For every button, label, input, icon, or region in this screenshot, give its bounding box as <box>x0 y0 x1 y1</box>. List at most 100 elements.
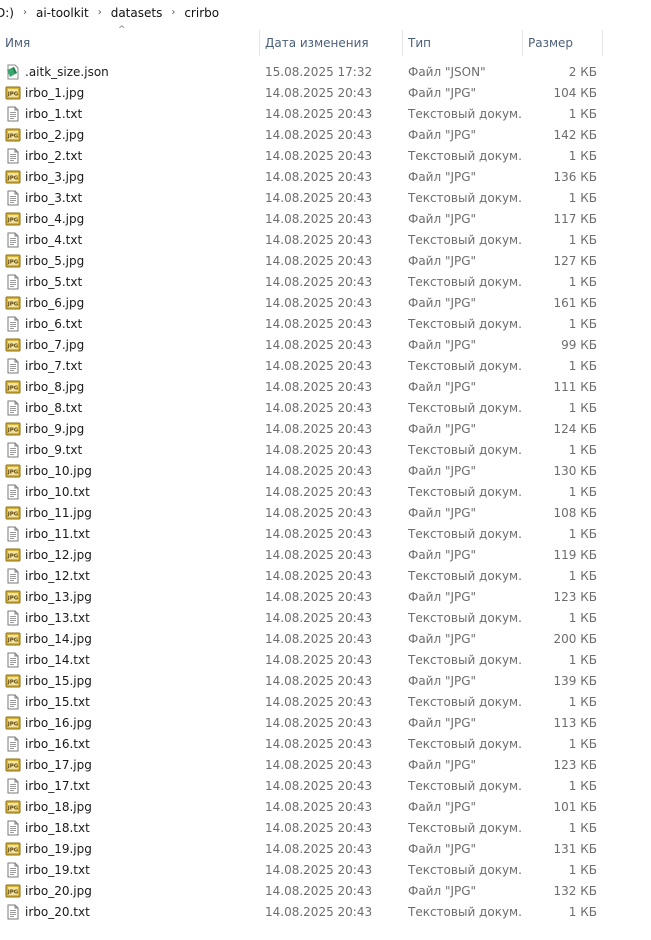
file-row[interactable]: irbo_5.txt 14.08.2025 20:43 Текстовый доку… <box>0 271 651 292</box>
file-row[interactable]: JPG irbo_10.jpg 14.08.2025 20:43 Файл "JPG"… <box>0 460 651 481</box>
file-size: 1 КБ <box>568 862 597 877</box>
file-row[interactable]: JPG irbo_18.jpg 14.08.2025 20:43 Файл "JPG"… <box>0 796 651 817</box>
file-row[interactable]: irbo_14.txt 14.08.2025 20:43 Текстовый док… <box>0 649 651 670</box>
file-row[interactable]: irbo_19.txt 14.08.2025 20:43 Текстовый док… <box>0 859 651 880</box>
file-size: 104 КБ <box>553 85 597 100</box>
svg-text:JPG: JPG <box>7 889 19 895</box>
file-name: irbo_3.jpg <box>25 169 85 184</box>
file-name: irbo_10.txt <box>25 484 90 499</box>
file-row[interactable]: .aitk_size.json 15.08.2025 17:32 Файл "JSO… <box>0 61 651 82</box>
file-name: irbo_2.txt <box>25 148 83 163</box>
file-name: irbo_8.txt <box>25 400 83 415</box>
text-file-icon <box>5 652 21 668</box>
file-name-cell: irbo_5.txt <box>0 274 260 290</box>
file-name-cell: irbo_20.txt <box>0 904 260 920</box>
file-row[interactable]: irbo_12.txt 14.08.2025 20:43 Текстовый док… <box>0 565 651 586</box>
file-row[interactable]: irbo_20.txt 14.08.2025 20:43 Текстовый док… <box>0 901 651 922</box>
jpg-file-icon: JPG <box>5 463 21 479</box>
file-size: 1 КБ <box>568 904 597 919</box>
file-name-cell: JPG irbo_5.jpg <box>0 253 260 269</box>
file-row[interactable]: JPG irbo_4.jpg 14.08.2025 20:43 Файл "JPG" 1… <box>0 208 651 229</box>
file-row[interactable]: irbo_15.txt 14.08.2025 20:43 Текстовый док… <box>0 691 651 712</box>
svg-text:JPG: JPG <box>7 217 19 223</box>
file-row[interactable]: irbo_10.txt 14.08.2025 20:43 Текстовый док… <box>0 481 651 502</box>
file-name: irbo_10.jpg <box>25 463 92 478</box>
file-date: 14.08.2025 20:43 <box>265 190 373 205</box>
file-name: irbo_11.txt <box>25 526 90 541</box>
file-date: 14.08.2025 20:43 <box>265 379 373 394</box>
breadcrumb-chevron-icon[interactable]: › <box>168 2 178 24</box>
file-row[interactable]: irbo_17.txt 14.08.2025 20:43 Текстовый док… <box>0 775 651 796</box>
column-header-size[interactable]: Размер <box>523 30 603 56</box>
file-row[interactable]: JPG irbo_13.jpg 14.08.2025 20:43 Файл "JPG"… <box>0 586 651 607</box>
file-row[interactable]: JPG irbo_3.jpg 14.08.2025 20:43 Файл "JPG" 1… <box>0 166 651 187</box>
file-row[interactable]: irbo_18.txt 14.08.2025 20:43 Текстовый док… <box>0 817 651 838</box>
file-row[interactable]: irbo_2.txt 14.08.2025 20:43 Текстовый доку… <box>0 145 651 166</box>
file-size: 1 КБ <box>568 526 597 541</box>
file-date: 14.08.2025 20:43 <box>265 106 373 121</box>
column-header-type-label: Тип <box>408 36 431 50</box>
file-name: irbo_13.jpg <box>25 589 92 604</box>
file-row[interactable]: JPG irbo_1.jpg 14.08.2025 20:43 Файл "JPG" 1… <box>0 82 651 103</box>
text-file-icon <box>5 526 21 542</box>
breadcrumb-item-crirbo[interactable]: crirbo <box>178 2 225 24</box>
file-size: 1 КБ <box>568 694 597 709</box>
column-header-date[interactable]: Дата изменения <box>260 30 403 56</box>
file-size: 1 КБ <box>568 820 597 835</box>
file-row[interactable]: irbo_1.txt 14.08.2025 20:43 Текстовый доку… <box>0 103 651 124</box>
file-row[interactable]: irbo_7.txt 14.08.2025 20:43 Текстовый доку… <box>0 355 651 376</box>
file-name-cell: irbo_19.txt <box>0 862 260 878</box>
column-header-name[interactable]: Имя ^ <box>0 25 260 56</box>
file-row[interactable]: JPG irbo_8.jpg 14.08.2025 20:43 Файл "JPG" 1… <box>0 376 651 397</box>
text-file-icon <box>5 610 21 626</box>
file-row[interactable]: irbo_13.txt 14.08.2025 20:43 Текстовый док… <box>0 607 651 628</box>
file-date: 14.08.2025 20:43 <box>265 505 373 520</box>
file-row[interactable]: JPG irbo_15.jpg 14.08.2025 20:43 Файл "JPG"… <box>0 670 651 691</box>
file-row[interactable]: JPG irbo_20.jpg 14.08.2025 20:43 Файл "JPG"… <box>0 880 651 901</box>
breadcrumb-item-drive[interactable]: D:) <box>0 2 20 24</box>
file-row[interactable]: JPG irbo_19.jpg 14.08.2025 20:43 Файл "JPG"… <box>0 838 651 859</box>
file-row[interactable]: irbo_6.txt 14.08.2025 20:43 Текстовый доку… <box>0 313 651 334</box>
file-date: 14.08.2025 20:43 <box>265 715 373 730</box>
breadcrumb-chevron-icon[interactable]: › <box>20 2 30 24</box>
file-row[interactable]: JPG irbo_5.jpg 14.08.2025 20:43 Файл "JPG" 1… <box>0 250 651 271</box>
breadcrumb-chevron-icon[interactable]: › <box>95 2 105 24</box>
file-name-cell: JPG irbo_12.jpg <box>0 547 260 563</box>
jpg-file-icon: JPG <box>5 127 21 143</box>
file-size: 123 КБ <box>553 589 597 604</box>
file-date: 14.08.2025 20:43 <box>265 736 373 751</box>
file-row[interactable]: irbo_8.txt 14.08.2025 20:43 Текстовый доку… <box>0 397 651 418</box>
file-size: 127 КБ <box>553 253 597 268</box>
file-date: 14.08.2025 20:43 <box>265 568 373 583</box>
file-row[interactable]: JPG irbo_9.jpg 14.08.2025 20:43 Файл "JPG" 1… <box>0 418 651 439</box>
file-row[interactable]: JPG irbo_6.jpg 14.08.2025 20:43 Файл "JPG" 1… <box>0 292 651 313</box>
file-row[interactable]: JPG irbo_12.jpg 14.08.2025 20:43 Файл "JPG"… <box>0 544 651 565</box>
file-name: irbo_5.txt <box>25 274 83 289</box>
file-date: 14.08.2025 20:43 <box>265 442 373 457</box>
file-row[interactable]: JPG irbo_7.jpg 14.08.2025 20:43 Файл "JPG" 9… <box>0 334 651 355</box>
file-type: Текстовый докум... <box>408 820 523 835</box>
breadcrumb-item-ai-toolkit[interactable]: ai-toolkit <box>30 2 95 24</box>
file-name: irbo_13.txt <box>25 610 90 625</box>
file-name-cell: irbo_12.txt <box>0 568 260 584</box>
file-row[interactable]: JPG irbo_17.jpg 14.08.2025 20:43 Файл "JPG"… <box>0 754 651 775</box>
file-row[interactable]: irbo_11.txt 14.08.2025 20:43 Текстовый док… <box>0 523 651 544</box>
file-type: Текстовый докум... <box>408 652 523 667</box>
file-name-cell: JPG irbo_15.jpg <box>0 673 260 689</box>
file-row[interactable]: JPG irbo_11.jpg 14.08.2025 20:43 Файл "JPG"… <box>0 502 651 523</box>
file-size: 119 КБ <box>553 547 597 562</box>
file-size: 1 КБ <box>568 400 597 415</box>
file-type: Текстовый докум... <box>408 526 523 541</box>
file-row[interactable]: irbo_4.txt 14.08.2025 20:43 Текстовый доку… <box>0 229 651 250</box>
file-size: 1 КБ <box>568 778 597 793</box>
file-row[interactable]: irbo_16.txt 14.08.2025 20:43 Текстовый док… <box>0 733 651 754</box>
file-row[interactable]: JPG irbo_16.jpg 14.08.2025 20:43 Файл "JPG"… <box>0 712 651 733</box>
file-type: Файл "JPG" <box>408 631 477 646</box>
file-row[interactable]: JPG irbo_2.jpg 14.08.2025 20:43 Файл "JPG" 1… <box>0 124 651 145</box>
file-row[interactable]: JPG irbo_14.jpg 14.08.2025 20:43 Файл "JPG"… <box>0 628 651 649</box>
breadcrumb-item-datasets[interactable]: datasets <box>105 2 169 24</box>
file-type: Файл "JPG" <box>408 253 477 268</box>
column-header-type[interactable]: Тип <box>403 30 523 56</box>
file-row[interactable]: irbo_3.txt 14.08.2025 20:43 Текстовый доку… <box>0 187 651 208</box>
file-row[interactable]: irbo_9.txt 14.08.2025 20:43 Текстовый доку… <box>0 439 651 460</box>
